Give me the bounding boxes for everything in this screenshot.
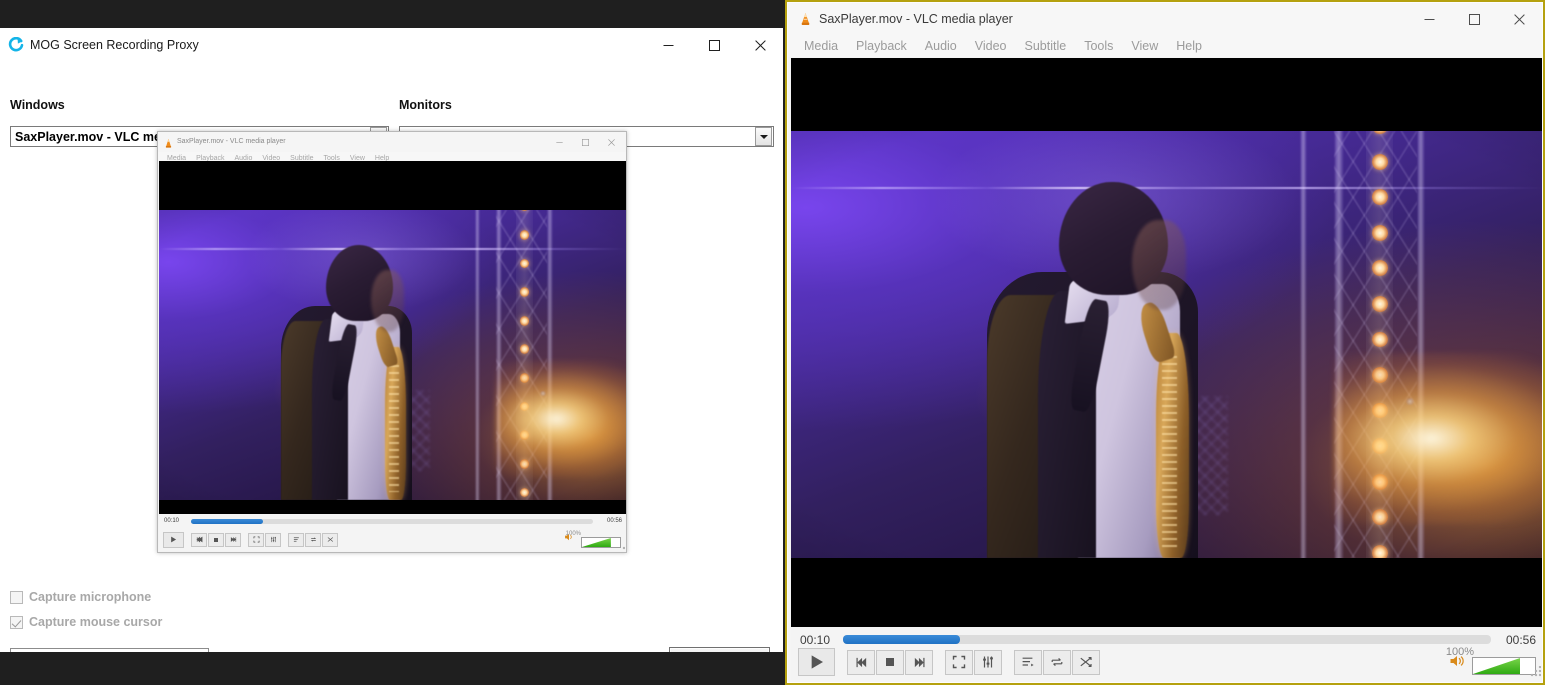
preview-volume-percent: 100% [565, 531, 581, 537]
capture-microphone-checkbox[interactable] [10, 590, 23, 604]
volume-control[interactable]: 100% [1446, 646, 1536, 675]
vlc-media-player-window: SaxPlayer.mov - VLC media player Media P… [785, 0, 1545, 685]
preview-play-button [163, 531, 184, 548]
preview-control-bar: 00:10 00:56 100% [159, 514, 626, 551]
preview-minimize-button [548, 132, 570, 152]
preview-playlist-button [288, 532, 304, 547]
preview-elapsed-time: 00:10 [164, 518, 180, 524]
preview-window-title: SaxPlayer.mov - VLC media player [177, 138, 286, 145]
preview-total-time: 00:56 [606, 518, 622, 524]
close-button[interactable] [737, 28, 783, 62]
mog-title-bar[interactable]: MOG Screen Recording Proxy [0, 28, 783, 62]
preview-transport-buttons [163, 531, 339, 548]
mog-window-title: MOG Screen Recording Proxy [30, 38, 199, 52]
volume-slider[interactable] [1472, 657, 1536, 675]
preview-close-button [600, 132, 622, 152]
capture-microphone-checkbox-row[interactable]: Capture microphone [10, 590, 151, 604]
capture-mouse-cursor-checkbox-row[interactable]: Capture mouse cursor [10, 615, 162, 629]
vlc-control-bar: 00:10 00:56 100% [791, 627, 1542, 680]
preview-volume-control: 100% [564, 529, 621, 548]
menu-item-playback[interactable]: Playback [847, 37, 916, 55]
seek-bar-fill [843, 635, 960, 644]
volume-percent-label: 100% [1445, 646, 1474, 658]
chevron-down-icon[interactable] [755, 127, 772, 146]
preview-previous-button [191, 532, 207, 547]
total-time: 00:56 [1505, 633, 1536, 647]
menu-item-help[interactable]: Help [1167, 37, 1211, 55]
resize-grip[interactable] [1530, 666, 1541, 677]
capture-mouse-cursor-checkbox[interactable] [10, 615, 23, 629]
preview-effects-button [265, 532, 281, 547]
menu-item-video[interactable]: Video [966, 37, 1016, 55]
menu-item-tools[interactable]: Tools [1075, 37, 1122, 55]
preview-seek-bar [191, 519, 593, 524]
preview-video-surface [159, 161, 626, 548]
preview-loop-button [305, 532, 321, 547]
mog-logo-icon [8, 36, 24, 53]
preview-stop-button [208, 532, 224, 547]
play-button[interactable] [798, 648, 835, 676]
vlc-video-surface[interactable] [791, 58, 1542, 631]
stop-recording-button[interactable]: Stop [669, 647, 770, 652]
seek-bar[interactable] [843, 635, 1491, 644]
shuffle-button[interactable] [1072, 649, 1100, 675]
menu-item-subtitle[interactable]: Subtitle [1016, 37, 1076, 55]
monitors-label: Monitors [399, 98, 452, 112]
preview-volume-slider [581, 537, 621, 548]
effects-button[interactable] [974, 649, 1002, 675]
menu-item-audio[interactable]: Audio [916, 37, 966, 55]
vlc-menu-bar: Media Playback Audio Video Subtitle Tool… [788, 35, 1542, 57]
elapsed-time: 00:10 [800, 633, 831, 647]
previous-button[interactable] [847, 649, 875, 675]
preview-maximize-button [574, 132, 596, 152]
maximize-button[interactable] [691, 28, 737, 62]
menu-item-view[interactable]: View [1122, 37, 1167, 55]
preview-resize-grip [618, 543, 625, 550]
capture-mouse-cursor-label: Capture mouse cursor [29, 615, 163, 629]
capture-name-input[interactable] [10, 648, 209, 652]
vlc-close-button[interactable] [1497, 3, 1542, 35]
vlc-maximize-button[interactable] [1452, 3, 1497, 35]
fullscreen-button[interactable] [945, 649, 973, 675]
preview-shuffle-button [322, 532, 338, 547]
volume-slider-fill [1473, 658, 1521, 674]
recording-status-text: XPR-QA-45-39 (ScreenCapture) [319, 648, 512, 652]
stop-button[interactable] [876, 649, 904, 675]
vlc-cone-icon [163, 136, 174, 148]
capture-microphone-label: Capture microphone [29, 590, 152, 604]
menu-item-media[interactable]: Media [795, 37, 847, 55]
vlc-window-title: SaxPlayer.mov - VLC media player [819, 12, 1013, 26]
loop-button[interactable] [1043, 649, 1071, 675]
preview-title-bar: SaxPlayer.mov - VLC media player [158, 132, 626, 152]
vlc-minimize-button[interactable] [1407, 3, 1452, 35]
playlist-button[interactable] [1014, 649, 1042, 675]
vlc-video-scene [791, 131, 1542, 558]
transport-buttons [798, 648, 1101, 676]
preview-next-button [225, 532, 241, 547]
vlc-title-bar[interactable]: SaxPlayer.mov - VLC media player [788, 3, 1542, 35]
capture-preview-thumbnail: SaxPlayer.mov - VLC media player Media P… [157, 131, 627, 553]
windows-label: Windows [10, 98, 65, 112]
minimize-button[interactable] [645, 28, 691, 62]
next-button[interactable] [905, 649, 933, 675]
preview-fullscreen-button [248, 532, 264, 547]
preview-video-scene [159, 210, 626, 500]
vlc-cone-icon [798, 12, 813, 27]
mog-screen-recording-proxy-window: MOG Screen Recording Proxy Windows Monit… [0, 28, 783, 652]
